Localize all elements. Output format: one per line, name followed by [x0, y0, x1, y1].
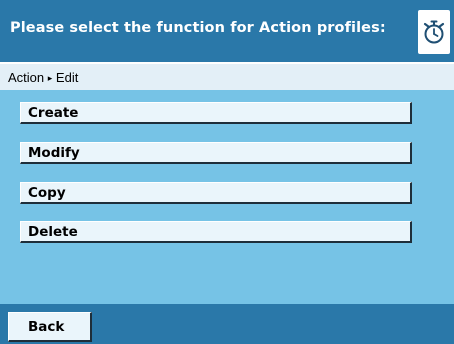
back-button-label: Back — [28, 319, 65, 335]
delete-button[interactable]: Delete — [20, 221, 412, 243]
delete-button-label: Delete — [28, 224, 78, 240]
copy-button-label: Copy — [28, 185, 66, 201]
stopwatch-button[interactable] — [418, 10, 450, 54]
stopwatch-icon — [423, 20, 445, 44]
modify-button-label: Modify — [28, 145, 80, 161]
breadcrumb: Action ▸ Edit — [0, 62, 454, 90]
breadcrumb-parent: Action — [8, 70, 45, 85]
create-button-label: Create — [28, 105, 79, 121]
page-title: Please select the function for Action pr… — [10, 20, 386, 36]
breadcrumb-separator-icon: ▸ — [47, 73, 53, 83]
breadcrumb-current: Edit — [55, 70, 79, 85]
header-bar: Please select the function for Action pr… — [0, 0, 454, 62]
modify-button[interactable]: Modify — [20, 142, 412, 164]
copy-button[interactable]: Copy — [20, 182, 412, 204]
footer-bar: Back — [0, 304, 454, 344]
screen: Please select the function for Action pr… — [0, 0, 454, 344]
back-button[interactable]: Back — [8, 312, 92, 342]
function-list: Create Modify Copy Delete — [0, 90, 454, 304]
create-button[interactable]: Create — [20, 102, 412, 124]
